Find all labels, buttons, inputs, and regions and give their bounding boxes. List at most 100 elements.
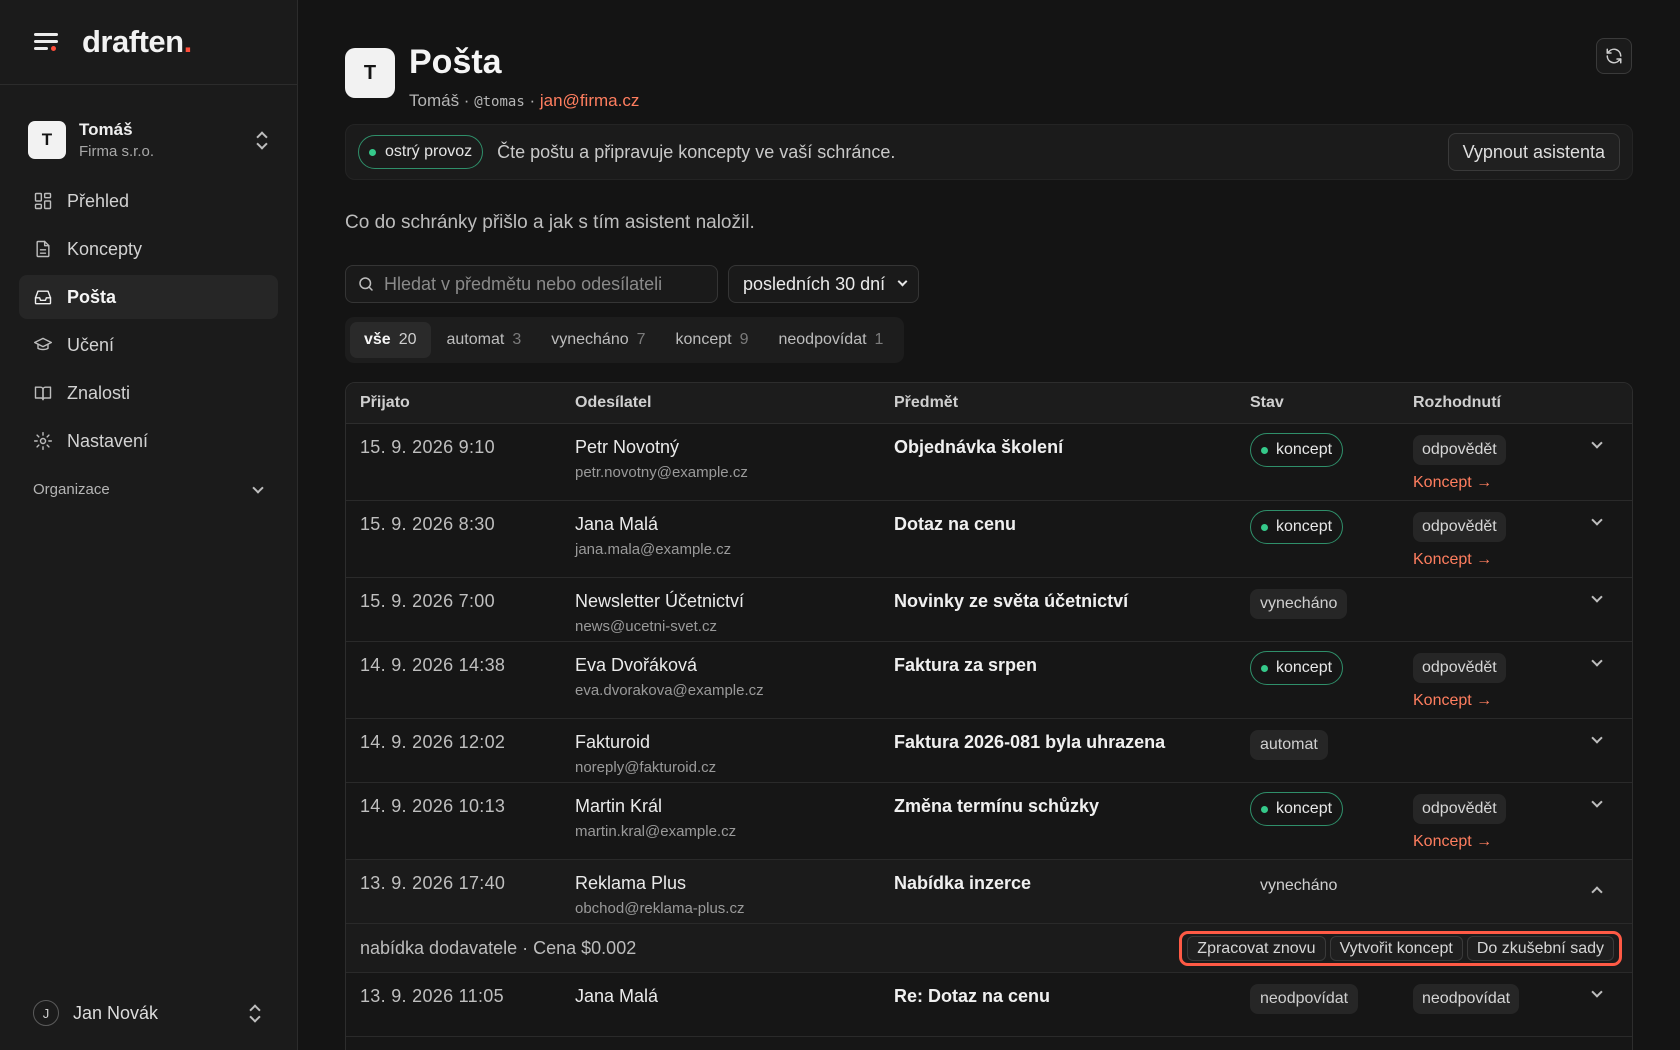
decision-badge: odpovědět bbox=[1413, 794, 1506, 824]
table-row[interactable]: 14. 9. 2026 10:13 Martin Král martin.kra… bbox=[346, 783, 1632, 860]
header-status[interactable]: Stav bbox=[1250, 394, 1284, 412]
sender-name: Newsletter Účetnictví bbox=[575, 591, 745, 611]
decision-badge: odpovědět bbox=[1413, 435, 1506, 465]
status-badge: koncept bbox=[1250, 651, 1344, 685]
sidebar-item-label: Znalosti bbox=[67, 382, 131, 403]
status-label: koncept bbox=[1276, 800, 1333, 817]
sender-name: Reklama Plus bbox=[575, 873, 687, 893]
chevron-down-icon[interactable] bbox=[1591, 796, 1603, 808]
filter-count: 1 bbox=[874, 331, 884, 348]
disable-assistant-button[interactable]: Vypnout asistenta bbox=[1447, 133, 1620, 171]
sidebar-nav: Přehled Koncepty Pošta Učení Znalosti Nastave… bbox=[0, 179, 297, 463]
header-subject[interactable]: Předmět bbox=[894, 394, 958, 412]
page-avatar: T bbox=[345, 48, 395, 98]
owner-email-link[interactable]: jan@firma.cz bbox=[540, 91, 639, 110]
received-date: 14. 9. 2026 12:02 bbox=[360, 732, 506, 752]
mail-subject: Faktura 2026-081 byla uhrazena bbox=[894, 732, 1166, 752]
open-draft-link[interactable]: Koncept → bbox=[1413, 692, 1492, 710]
period-select[interactable]: posledních 30 dní bbox=[728, 265, 919, 303]
sidebar-item-5[interactable]: Znalosti bbox=[19, 371, 278, 415]
status-dot-icon bbox=[1261, 805, 1268, 813]
sidebar-item-4[interactable]: Učení bbox=[19, 323, 278, 367]
menu-icon[interactable] bbox=[34, 31, 60, 53]
owner-handle: @tomas bbox=[474, 94, 525, 110]
filter-tab-2[interactable]: automat 3 bbox=[433, 322, 536, 358]
open-draft-link[interactable]: Koncept → bbox=[1413, 474, 1492, 492]
filter-label: vynecháno bbox=[551, 331, 629, 348]
filter-label: koncept bbox=[675, 331, 732, 348]
graduation-cap-icon bbox=[33, 337, 53, 351]
dashboard-icon bbox=[34, 192, 52, 210]
sender-name: Jana Malá bbox=[575, 986, 659, 1006]
filter-count: 3 bbox=[512, 331, 522, 348]
sidebar-item-1[interactable]: Přehled bbox=[19, 179, 278, 223]
status-dot-icon bbox=[369, 148, 376, 156]
filter-tab-4[interactable]: koncept 9 bbox=[662, 322, 763, 358]
received-date: 15. 9. 2026 8:30 bbox=[360, 514, 495, 534]
received-date: 14. 9. 2026 14:38 bbox=[360, 655, 506, 675]
table-row[interactable]: 13. 9. 2026 11:05 Jana Malá Re: Dotaz na… bbox=[346, 973, 1632, 1037]
search-input[interactable] bbox=[384, 273, 704, 295]
refresh-button[interactable] bbox=[1596, 38, 1632, 74]
status-filter-tabs: vše 20 automat 3 vynecháno 7 koncept 9 neodpovíd… bbox=[345, 317, 905, 363]
chevron-down-icon[interactable] bbox=[1591, 986, 1603, 998]
filter-tab-1[interactable]: vše 20 bbox=[350, 322, 431, 358]
chevron-down-icon[interactable] bbox=[1591, 514, 1603, 526]
open-draft-link[interactable]: Koncept → bbox=[1413, 833, 1492, 851]
brand-logo[interactable]: draften. bbox=[82, 24, 192, 60]
book-icon bbox=[34, 386, 52, 401]
status-badge: koncept bbox=[1250, 433, 1344, 467]
sender-name: Fakturoid bbox=[575, 732, 651, 752]
chevron-up-icon[interactable] bbox=[1591, 886, 1603, 898]
chevron-down-icon[interactable] bbox=[1591, 591, 1603, 603]
mail-subject: Novinky ze světa účetnictví bbox=[894, 591, 1129, 611]
live-status-badge: ostrý provoz bbox=[358, 135, 484, 169]
user-menu[interactable]: J Jan Novák bbox=[33, 1000, 262, 1026]
status-badge: neodpovídat bbox=[1250, 984, 1359, 1014]
add-to-test-set-button[interactable]: Do zkušební sady bbox=[1466, 936, 1614, 961]
account-text: Tomáš Firma s.r.o. bbox=[79, 120, 255, 160]
filter-tab-5[interactable]: neodpovídat 1 bbox=[764, 322, 897, 358]
separator: · bbox=[459, 91, 475, 110]
banner-text: Čte poštu a připravuje koncepty ve vaší … bbox=[497, 141, 896, 162]
sender-email: news@ucetni-svet.cz bbox=[575, 618, 717, 635]
sidebar-item-6[interactable]: Nastavení bbox=[19, 419, 278, 463]
status-badge: vynecháno bbox=[1260, 877, 1338, 894]
sidebar: draften. T Tomáš Firma s.r.o. Přehled Kon… bbox=[0, 0, 298, 1050]
sidebar-item-2[interactable]: Koncepty bbox=[19, 227, 278, 271]
inbox-icon bbox=[34, 290, 52, 305]
page-subtitle: Tomáš · @tomas · jan@firma.cz bbox=[409, 91, 639, 111]
chevron-down-icon[interactable] bbox=[1591, 655, 1603, 667]
mail-subject: Nabídka inzerce bbox=[894, 873, 1032, 893]
table-row[interactable]: 15. 9. 2026 7:00 Newsletter Účetnictví n… bbox=[346, 578, 1632, 642]
decision-badge: neodpovídat bbox=[1413, 984, 1520, 1014]
create-draft-button[interactable]: Vytvořit koncept bbox=[1329, 936, 1463, 961]
status-badge: koncept bbox=[1250, 792, 1344, 826]
reprocess-button[interactable]: Zpracovat znovu bbox=[1187, 936, 1326, 961]
page-intro: Co do schránky přišlo a jak s tím asiste… bbox=[345, 212, 755, 233]
status-dot-icon bbox=[1261, 446, 1268, 454]
filter-label: automat bbox=[446, 331, 505, 348]
chevron-down-icon[interactable] bbox=[1591, 732, 1603, 744]
table-row[interactable]: 15. 9. 2026 8:30 Jana Malá jana.mala@exa… bbox=[346, 501, 1632, 578]
chevron-down-icon[interactable] bbox=[1591, 437, 1603, 449]
sidebar-item-3[interactable]: Pošta bbox=[19, 275, 278, 319]
mail-subject: Dotaz na cenu bbox=[894, 514, 1017, 534]
filter-tab-3[interactable]: vynecháno 7 bbox=[537, 322, 659, 358]
main-content: T Pošta Tomáš · @tomas · jan@firma.cz os… bbox=[299, 0, 1680, 1050]
table-row[interactable]: 14. 9. 2026 14:38 Eva Dvořáková eva.dvor… bbox=[346, 642, 1632, 719]
open-draft-link[interactable]: Koncept → bbox=[1413, 551, 1492, 569]
header-decision[interactable]: Rozhodnutí bbox=[1413, 394, 1501, 412]
search-field[interactable] bbox=[345, 265, 718, 303]
table-row[interactable]: 13. 9. 2026 17:40 Reklama Plus obchod@re… bbox=[346, 860, 1632, 924]
header-sender[interactable]: Odesílatel bbox=[575, 394, 651, 412]
table-row[interactable]: 15. 9. 2026 9:10 Petr Novotný petr.novot… bbox=[346, 424, 1632, 501]
table-row[interactable]: 14. 9. 2026 12:02 Fakturoid noreply@fakt… bbox=[346, 719, 1632, 783]
separator: · bbox=[524, 91, 540, 110]
sender-name: Jana Malá bbox=[575, 514, 659, 534]
account-switcher[interactable]: T Tomáš Firma s.r.o. bbox=[0, 115, 297, 165]
organization-toggle[interactable]: Organizace bbox=[0, 481, 297, 498]
sidebar-item-label: Přehled bbox=[67, 190, 130, 211]
header-received[interactable]: Přijato bbox=[360, 394, 410, 412]
status-label: koncept bbox=[1276, 441, 1333, 458]
